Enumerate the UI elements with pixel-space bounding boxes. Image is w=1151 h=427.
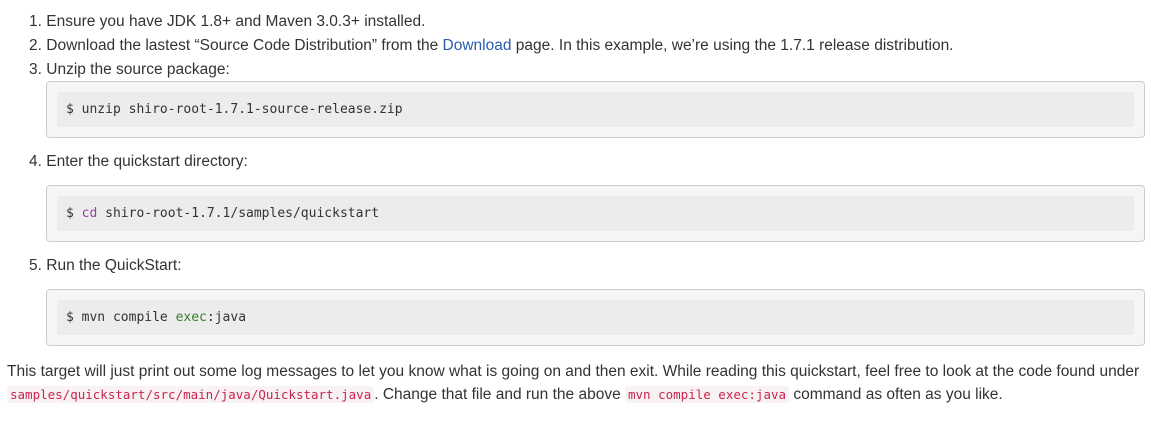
shell-prompt: $ <box>66 206 74 221</box>
paragraph-part-1: This target will just print out some log… <box>7 363 1140 380</box>
step-2-text-after: page. In this example, we’re using the 1… <box>511 37 954 54</box>
paragraph-part-2: . Change that file and run the above <box>374 386 625 403</box>
code-block-unzip: $ unzip shiro-root-1.7.1-source-release.… <box>46 81 1145 138</box>
step-3-number: 3. <box>29 61 42 78</box>
step-2-text-before: Download the lastest “Source Code Distri… <box>46 37 443 54</box>
description-paragraph: This target will just print out some log… <box>7 360 1147 406</box>
command-args-rest: :java <box>206 310 247 325</box>
command-args: shiro-root-1.7.1-source-release.zip <box>120 102 403 117</box>
step-3-text: Unzip the source package: <box>46 61 230 78</box>
command-name: cd <box>81 206 98 221</box>
step-5-number: 5. <box>29 257 42 274</box>
code-line-unzip[interactable]: $ unzip shiro-root-1.7.1-source-release.… <box>57 92 1134 127</box>
step-4-text: Enter the quickstart directory: <box>46 153 248 170</box>
code-block-mvn: $ mvn compile exec:java <box>46 289 1145 346</box>
code-line-cd[interactable]: $ cd shiro-root-1.7.1/samples/quickstart <box>57 196 1134 231</box>
step-5-text: Run the QuickStart: <box>46 257 182 274</box>
download-link[interactable]: Download <box>443 37 512 54</box>
command-name: mvn compile <box>81 310 168 325</box>
inline-code-command: mvn compile exec:java <box>625 386 790 403</box>
command-name: unzip <box>81 102 121 117</box>
command-args-highlight: exec <box>175 310 207 325</box>
step-4: 4. Enter the quickstart directory: <box>29 153 248 171</box>
command-args: shiro-root-1.7.1/samples/quickstart <box>97 206 380 221</box>
step-1: 1. Ensure you have JDK 1.8+ and Maven 3.… <box>29 13 425 31</box>
step-1-text: Ensure you have JDK 1.8+ and Maven 3.0.3… <box>46 13 426 30</box>
code-block-cd: $ cd shiro-root-1.7.1/samples/quickstart <box>46 185 1145 242</box>
step-5: 5. Run the QuickStart: <box>29 257 182 275</box>
step-2-number: 2. <box>29 37 42 54</box>
shell-prompt: $ <box>66 310 74 325</box>
shell-prompt: $ <box>66 102 74 117</box>
step-4-number: 4. <box>29 153 42 170</box>
step-3: 3. Unzip the source package: <box>29 61 230 79</box>
paragraph-part-3: command as often as you like. <box>789 386 1003 403</box>
step-1-number: 1. <box>29 13 42 30</box>
inline-code-file-path: samples/quickstart/src/main/java/Quickst… <box>7 386 375 403</box>
step-2: 2. Download the lastest “Source Code Dis… <box>29 37 954 55</box>
code-line-mvn[interactable]: $ mvn compile exec:java <box>57 300 1134 335</box>
